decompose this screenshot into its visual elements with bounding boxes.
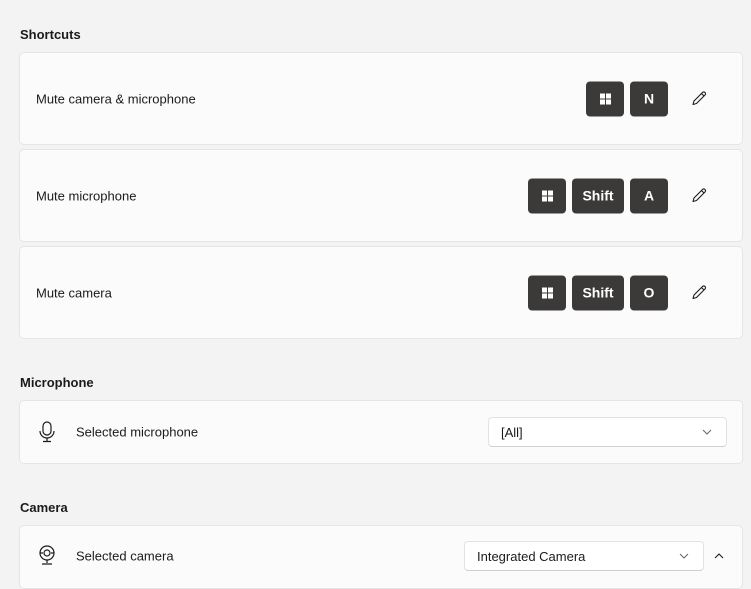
shortcut-label: Mute camera & microphone	[36, 91, 196, 106]
edit-shortcut-button[interactable]	[686, 86, 712, 112]
shortcuts-heading: Shortcuts	[20, 27, 81, 42]
windows-key	[586, 81, 624, 116]
windows-logo-icon	[541, 190, 553, 201]
windows-logo-icon	[541, 287, 553, 298]
pencil-icon	[692, 91, 707, 106]
shortcut-label: Mute microphone	[36, 188, 137, 203]
camera-label: Selected camera	[76, 548, 174, 564]
chevron-down-icon	[679, 553, 689, 559]
microphone-icon	[39, 421, 55, 443]
camera-row: Selected camera Integrated Camera	[19, 525, 743, 589]
camera-heading: Camera	[20, 500, 68, 515]
key-cap: O	[630, 275, 668, 310]
webcam-icon	[39, 545, 55, 565]
microphone-select-value: [All]	[501, 424, 523, 440]
shortcut-keys: Shift O	[528, 275, 712, 310]
microphone-heading: Microphone	[20, 375, 94, 390]
key-cap: A	[630, 178, 668, 213]
shortcut-row-mute-all: Mute camera & microphone N	[19, 52, 743, 145]
shortcut-label: Mute camera	[36, 285, 112, 300]
camera-select[interactable]: Integrated Camera	[464, 541, 704, 571]
microphone-select[interactable]: [All]	[488, 417, 727, 447]
shortcut-row-mute-microphone: Mute microphone Shift A	[19, 149, 743, 242]
key-cap: Shift	[572, 178, 624, 213]
windows-logo-icon	[599, 93, 611, 104]
chevron-up-icon	[714, 553, 724, 559]
camera-select-value: Integrated Camera	[477, 548, 586, 564]
pencil-icon	[692, 285, 707, 300]
key-cap: N	[630, 81, 668, 116]
key-cap: Shift	[572, 275, 624, 310]
windows-key	[528, 178, 566, 213]
shortcut-keys: Shift A	[528, 178, 712, 213]
collapse-camera-button[interactable]	[710, 547, 728, 565]
chevron-down-icon	[702, 429, 712, 435]
edit-shortcut-button[interactable]	[686, 183, 712, 209]
pencil-icon	[692, 188, 707, 203]
microphone-label: Selected microphone	[76, 424, 199, 440]
edit-shortcut-button[interactable]	[686, 280, 712, 306]
microphone-row: Selected microphone [All]	[19, 400, 743, 464]
shortcut-row-mute-camera: Mute camera Shift O	[19, 246, 743, 339]
shortcut-keys: N	[586, 81, 712, 116]
windows-key	[528, 275, 566, 310]
